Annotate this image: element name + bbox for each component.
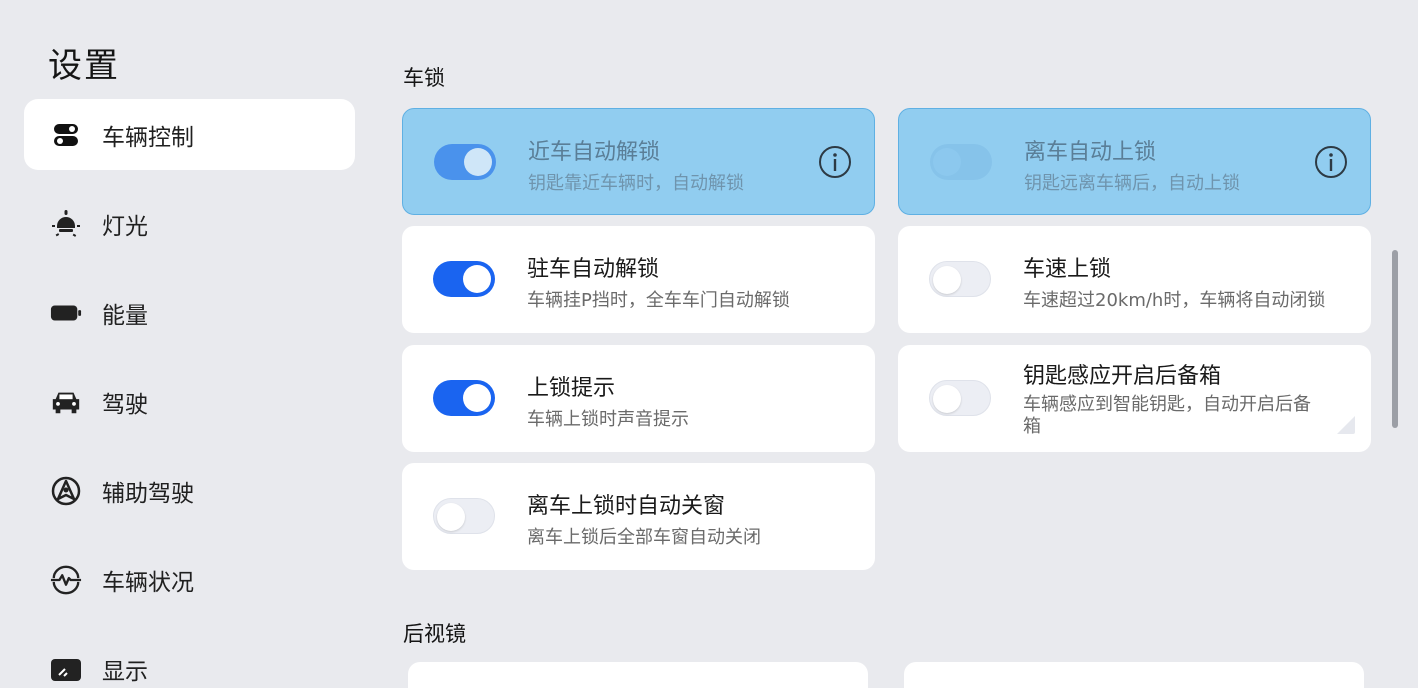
car-icon [50,386,82,418]
sidebar-item-label: 显示 [102,658,148,685]
leave-lock-toggle[interactable] [930,144,992,180]
setting-description: 钥匙远离车辆后，自动上锁 [1024,173,1240,194]
toggle-knob [437,503,465,531]
mirror-setting-card[interactable] [408,662,868,688]
section-title-lock: 车锁 [403,66,445,90]
setting-title: 离车上锁时自动关窗 [527,494,726,519]
sidebar-item-label: 灯光 [102,213,148,240]
vehicle-control-icon [50,119,82,151]
speed-lock-toggle[interactable] [929,261,991,297]
sidebar-item-vehicle-control[interactable]: 车辆控制 [24,99,355,170]
page-title: 设置 [48,46,120,86]
lock-sound-toggle[interactable] [433,380,495,416]
toggle-knob [463,265,491,293]
setting-card-park-unlock: 驻车自动解锁 车辆挂P挡时，全车车门自动解锁 [402,226,875,333]
setting-title: 钥匙感应开启后备箱 [1023,364,1222,389]
sidebar-item-light[interactable]: 灯光 [24,188,355,259]
setting-card-auto-close-window: 离车上锁时自动关窗 离车上锁后全部车窗自动关闭 [402,463,875,570]
sidebar-item-vehicle-status[interactable]: 车辆状况 [24,544,355,615]
setting-title: 近车自动解锁 [528,140,661,165]
toggle-knob [933,148,961,176]
setting-description: 钥匙靠近车辆时，自动解锁 [528,173,744,194]
toggle-knob [463,384,491,412]
setting-description: 车速超过20km/h时，车辆将自动闭锁 [1023,290,1326,311]
scrollbar[interactable] [1392,250,1398,428]
sidebar-item-label: 驾驶 [102,391,148,418]
setting-description: 车辆挂P挡时，全车车门自动解锁 [527,290,790,311]
battery-icon [50,297,82,329]
info-icon[interactable] [1314,145,1348,179]
section-title-mirror: 后视镜 [403,622,466,646]
assist-driving-icon [50,475,82,507]
setting-description: 离车上锁后全部车窗自动关闭 [527,527,761,548]
setting-description: 车辆上锁时声音提示 [527,409,689,430]
vehicle-status-icon [50,564,82,596]
setting-description: 车辆感应到智能钥匙，自动开启后备箱 [1023,394,1311,437]
sidebar-item-label: 能量 [102,302,148,329]
setting-title: 上锁提示 [527,376,616,401]
setting-card-speed-lock: 车速上锁 车速超过20km/h时，车辆将自动闭锁 [898,226,1371,333]
toggle-knob [933,385,961,413]
sidebar-item-label: 车辆控制 [102,124,194,151]
sidebar-nav: 车辆控制 灯光 能量 驾驶 辅助驾驶 车辆状况 显示 [24,99,355,688]
key-trunk-toggle[interactable] [929,380,991,416]
light-icon [50,208,82,240]
setting-card-lock-sound: 上锁提示 车辆上锁时声音提示 [402,345,875,452]
approach-unlock-toggle[interactable] [434,144,496,180]
display-icon [50,653,82,685]
toggle-knob [464,148,492,176]
setting-card-approach-unlock: 近车自动解锁 钥匙靠近车辆时，自动解锁 [402,108,875,215]
expand-corner-icon[interactable] [1335,414,1355,434]
auto-close-window-toggle[interactable] [433,498,495,534]
setting-card-key-trunk: 钥匙感应开启后备箱 车辆感应到智能钥匙，自动开启后备箱 [898,345,1371,452]
park-unlock-toggle[interactable] [433,261,495,297]
toggle-knob [933,266,961,294]
info-icon[interactable] [818,145,852,179]
sidebar-item-driving[interactable]: 驾驶 [24,366,355,437]
setting-title: 驻车自动解锁 [527,257,660,282]
mirror-setting-card[interactable] [904,662,1364,688]
sidebar-item-label: 辅助驾驶 [102,480,194,507]
setting-title: 车速上锁 [1023,257,1112,282]
sidebar-item-assist-driving[interactable]: 辅助驾驶 [24,455,355,526]
sidebar-item-display[interactable]: 显示 [24,633,355,688]
setting-title: 离车自动上锁 [1024,140,1157,165]
sidebar-item-energy[interactable]: 能量 [24,277,355,348]
setting-card-leave-lock: 离车自动上锁 钥匙远离车辆后，自动上锁 [898,108,1371,215]
settings-app: 设置 车辆控制 灯光 能量 驾驶 辅助驾驶 车辆状况 显示 车锁 近车自动解锁 … [0,0,1418,688]
sidebar-item-label: 车辆状况 [102,569,194,596]
